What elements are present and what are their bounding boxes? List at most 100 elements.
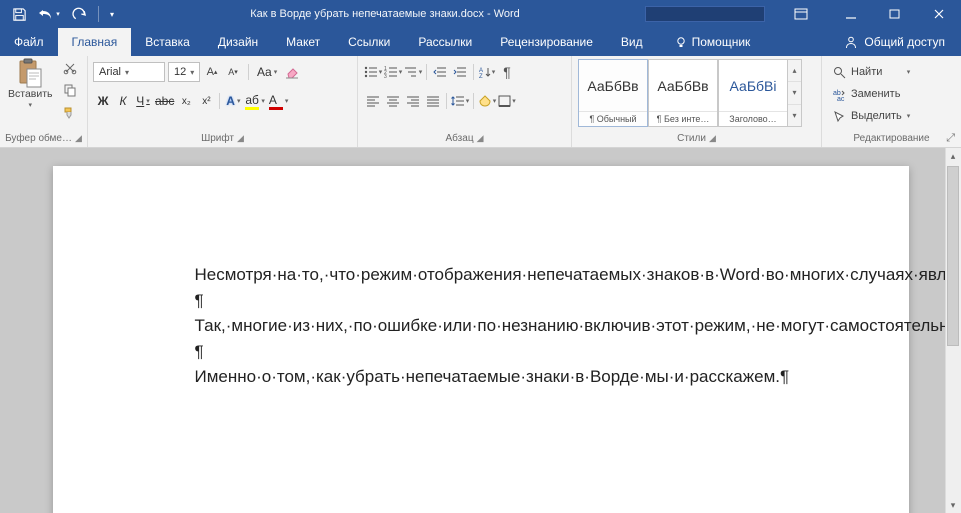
scroll-down-icon[interactable]: ▾ <box>945 497 961 513</box>
cut-button[interactable] <box>61 59 79 77</box>
lightbulb-icon <box>675 36 687 48</box>
close-button[interactable] <box>917 0 961 28</box>
styles-up-icon[interactable]: ▴ <box>788 60 801 82</box>
numbering-button[interactable]: 123 <box>383 62 403 82</box>
group-font: Arial▾ 12▾ A▴ A▾ Aa Ж К Ч abc x₂ x² A aб… <box>88 56 358 147</box>
quick-access-toolbar: ▾ ▾ <box>0 3 125 25</box>
save-button[interactable] <box>6 3 32 25</box>
replace-icon: abac <box>833 88 846 101</box>
undo-button[interactable]: ▾ <box>36 3 62 25</box>
style-name: Заголово… <box>719 111 787 126</box>
qat-customize[interactable]: ▾ <box>105 3 119 25</box>
superscript-button[interactable]: x² <box>196 91 216 111</box>
style-preview: АаБбВв <box>579 60 647 111</box>
font-name-combo[interactable]: Arial▾ <box>93 62 165 82</box>
strikethrough-button[interactable]: abc <box>153 91 176 111</box>
decrease-indent-button[interactable] <box>430 62 450 82</box>
tab-review[interactable]: Рецензирование <box>486 28 607 56</box>
group-editing-label: Редактирование <box>822 131 961 147</box>
highlight-button[interactable]: aб <box>243 91 267 111</box>
tab-references[interactable]: Ссылки <box>334 28 404 56</box>
clear-formatting-button[interactable] <box>282 62 302 82</box>
show-marks-button[interactable]: ¶ <box>497 62 517 82</box>
grow-font-button[interactable]: A▴ <box>203 62 221 82</box>
svg-text:3: 3 <box>384 74 387 78</box>
group-paragraph-label: Абзац◢ <box>358 131 571 147</box>
line-spacing-button[interactable] <box>450 91 470 111</box>
style-normal[interactable]: АаБбВв ¶ Обычный <box>578 59 648 127</box>
tab-design[interactable]: Дизайн <box>204 28 272 56</box>
style-preview: АаБбВв <box>649 60 717 111</box>
paragraph[interactable]: Так,·многие·из·них,·по·ошибке·или·по·нез… <box>153 313 809 339</box>
title-bar: ▾ ▾ Как в Ворде убрать непечатаемые знак… <box>0 0 961 28</box>
italic-button[interactable]: К <box>113 91 133 111</box>
font-size-combo[interactable]: 12▾ <box>168 62 200 82</box>
copy-button[interactable] <box>61 81 79 99</box>
tab-home[interactable]: Главная <box>58 28 132 56</box>
tab-insert[interactable]: Вставка <box>131 28 204 56</box>
collapse-ribbon-button[interactable]: ⤢ <box>946 132 955 145</box>
subscript-button[interactable]: x₂ <box>176 91 196 111</box>
person-icon <box>844 35 858 49</box>
underline-button[interactable]: Ч <box>133 91 153 111</box>
share-button[interactable]: Общий доступ <box>836 28 961 56</box>
styles-down-icon[interactable]: ▾ <box>788 82 801 104</box>
style-no-spacing[interactable]: АаБбВв ¶ Без инте… <box>648 59 718 127</box>
maximize-button[interactable] <box>873 0 917 28</box>
font-launcher-icon[interactable]: ◢ <box>237 133 244 144</box>
format-painter-button[interactable] <box>61 103 79 121</box>
ribbon-display-options[interactable] <box>779 0 823 28</box>
paragraph[interactable]: Несмотря·на·то,·что·режим·отображения·не… <box>153 262 809 288</box>
borders-button[interactable] <box>497 91 517 111</box>
window-title: Как в Ворде убрать непечатаемые знаки.do… <box>125 8 645 20</box>
replace-button[interactable]: abac Заменить <box>833 84 910 104</box>
bold-button[interactable]: Ж <box>93 91 113 111</box>
svg-text:Z: Z <box>479 74 483 78</box>
shrink-font-button[interactable]: A▾ <box>224 62 242 82</box>
scroll-up-icon[interactable]: ▴ <box>945 148 961 164</box>
group-clipboard-label: Буфер обме…◢ <box>0 131 87 147</box>
styles-gallery-scroll[interactable]: ▴ ▾ ▾ <box>788 59 802 127</box>
paragraph[interactable]: Именно·о·том,·как·убрать·непечатаемые·зн… <box>153 364 809 390</box>
font-color-button[interactable]: A <box>267 91 291 111</box>
tab-file[interactable]: Файл <box>0 28 58 56</box>
account-area[interactable] <box>645 6 765 22</box>
select-button[interactable]: Выделить▾ <box>833 106 910 126</box>
redo-button[interactable] <box>66 3 92 25</box>
multilevel-list-button[interactable] <box>403 62 423 82</box>
shading-button[interactable] <box>477 91 497 111</box>
tab-mailings[interactable]: Рассылки <box>404 28 486 56</box>
tab-view[interactable]: Вид <box>607 28 657 56</box>
clipboard-launcher-icon[interactable]: ◢ <box>75 133 82 144</box>
tab-layout[interactable]: Макет <box>272 28 334 56</box>
change-case-button[interactable]: Aa <box>255 62 279 82</box>
document-area: Несмотря·на·то,·что·режим·отображения·не… <box>0 148 961 513</box>
increase-indent-button[interactable] <box>450 62 470 82</box>
ribbon: Вставить ▾ Буфер обме…◢ Arial▾ 12▾ A▴ A▾… <box>0 56 961 148</box>
align-center-button[interactable] <box>383 91 403 111</box>
align-left-button[interactable] <box>363 91 383 111</box>
styles-launcher-icon[interactable]: ◢ <box>709 133 716 144</box>
justify-button[interactable] <box>423 91 443 111</box>
vertical-scrollbar[interactable]: ▴ ▾ <box>945 148 961 513</box>
paragraph-launcher-icon[interactable]: ◢ <box>477 133 484 144</box>
style-heading1[interactable]: АаБбВі Заголово… <box>718 59 788 127</box>
select-label: Выделить <box>851 110 902 122</box>
paragraph[interactable]: ¶ <box>153 339 809 365</box>
paragraph[interactable]: ¶ <box>153 288 809 314</box>
align-right-button[interactable] <box>403 91 423 111</box>
group-editing: Найти▾ abac Заменить Выделить▾ Редактиро… <box>822 56 961 147</box>
paste-button[interactable]: Вставить ▾ <box>5 59 56 109</box>
scroll-thumb[interactable] <box>947 166 959 346</box>
share-label: Общий доступ <box>864 35 945 49</box>
page[interactable]: Несмотря·на·то,·что·режим·отображения·не… <box>53 166 909 513</box>
bullets-button[interactable] <box>363 62 383 82</box>
tell-me[interactable]: Помощник <box>661 28 765 56</box>
text-effects-button[interactable]: A <box>223 91 243 111</box>
find-button[interactable]: Найти▾ <box>833 62 910 82</box>
style-name: ¶ Обычный <box>579 111 647 126</box>
styles-more-icon[interactable]: ▾ <box>788 105 801 126</box>
sort-button[interactable]: AZ <box>477 62 497 82</box>
minimize-button[interactable] <box>829 0 873 28</box>
pilcrow-icon: ¶ <box>503 64 511 80</box>
